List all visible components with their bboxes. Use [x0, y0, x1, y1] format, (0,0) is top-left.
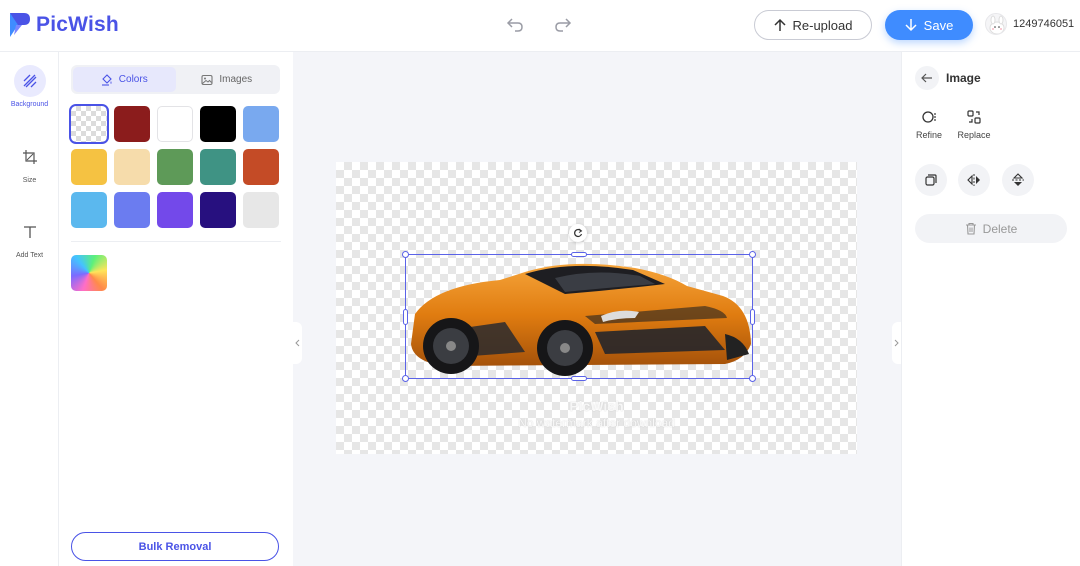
- resize-handle-right[interactable]: [750, 309, 755, 325]
- swatch-color[interactable]: [157, 192, 193, 228]
- tab-colors[interactable]: Colors: [73, 67, 176, 92]
- user-id: 1249746051: [1013, 18, 1075, 30]
- color-swatch-grid: [69, 104, 281, 228]
- resize-handle-bottom-right[interactable]: [749, 375, 756, 382]
- left-toolbar: Background Size Add Text: [0, 52, 59, 566]
- swatch-transparent[interactable]: [69, 104, 109, 144]
- tab-colors-label: Colors: [118, 74, 148, 85]
- app-name: PicWish: [36, 13, 119, 36]
- swatch-color[interactable]: [71, 192, 107, 228]
- replace-label: Replace: [957, 130, 991, 140]
- properties-panel: Image Refine Replace Delete: [901, 52, 1080, 566]
- save-label: Save: [923, 17, 954, 33]
- selection-box[interactable]: [402, 251, 756, 382]
- background-panel: Colors Images Bulk Removal: [59, 52, 293, 566]
- resize-handle-top-right[interactable]: [749, 251, 756, 258]
- refine-label: Refine: [915, 130, 942, 140]
- flip-horizontal-icon: [967, 174, 980, 186]
- top-bar: PicWish Re-upload Save 1249746051: [0, 0, 1080, 52]
- swatch-color[interactable]: [243, 149, 279, 185]
- watermark-subtitle: No watermark after download: [518, 416, 675, 430]
- panel-title: Image: [946, 71, 981, 85]
- delete-label: Delete: [982, 221, 1018, 236]
- tab-images[interactable]: Images: [176, 67, 279, 92]
- undo-icon[interactable]: [504, 14, 526, 36]
- rail-item-background[interactable]: Background: [0, 65, 59, 108]
- swatch-color[interactable]: [200, 149, 236, 185]
- picwish-logo-icon: [8, 11, 32, 39]
- back-button[interactable]: [915, 66, 939, 90]
- arrow-down-icon: [905, 19, 917, 32]
- swatch-color[interactable]: [200, 106, 236, 142]
- watermark-title: PicWish: [569, 398, 624, 414]
- resize-handle-top-left[interactable]: [402, 251, 409, 258]
- reupload-button[interactable]: Re-upload: [754, 10, 872, 40]
- bulk-removal-button[interactable]: Bulk Removal: [71, 532, 279, 561]
- replace-icon: [967, 110, 981, 124]
- swatch-color[interactable]: [200, 192, 236, 228]
- redo-icon[interactable]: [552, 14, 574, 36]
- resize-handle-left[interactable]: [403, 309, 408, 325]
- flip-vertical-icon: [1012, 173, 1024, 186]
- resize-handle-top[interactable]: [571, 252, 587, 257]
- rotate-icon[interactable]: [569, 224, 587, 242]
- collapse-right-panel-button[interactable]: [892, 322, 901, 364]
- collapse-left-panel-button[interactable]: [293, 322, 302, 364]
- panel-divider: [71, 241, 281, 242]
- arrow-up-icon: [773, 18, 786, 31]
- tab-images-label: Images: [219, 74, 253, 85]
- text-icon: [14, 216, 46, 248]
- duplicate-button[interactable]: [915, 164, 947, 196]
- image-stage[interactable]: PicWish No watermark after download: [336, 162, 857, 454]
- chevron-right-icon: [894, 339, 899, 347]
- refine-button[interactable]: Refine: [909, 110, 949, 140]
- trash-icon: [965, 222, 976, 235]
- chevron-left-icon: [295, 339, 300, 347]
- swatch-color[interactable]: [243, 192, 279, 228]
- rail-item-size[interactable]: Size: [0, 141, 59, 184]
- background-icon: [13, 65, 46, 97]
- swatch-color[interactable]: [157, 106, 193, 142]
- image-icon: [201, 74, 213, 85]
- replace-button[interactable]: Replace: [954, 110, 994, 140]
- reupload-label: Re-upload: [792, 17, 853, 33]
- swatch-color[interactable]: [114, 106, 150, 142]
- arrow-left-icon: [921, 73, 932, 83]
- crop-icon: [14, 141, 46, 173]
- swatch-color[interactable]: [71, 149, 107, 185]
- rail-label-background: Background: [10, 101, 49, 108]
- swatch-color[interactable]: [114, 192, 150, 228]
- swatch-color[interactable]: [243, 106, 279, 142]
- user-account[interactable]: 1249746051: [985, 13, 1074, 35]
- custom-color-picker[interactable]: [71, 255, 107, 291]
- save-button[interactable]: Save: [885, 10, 973, 40]
- refine-icon: [922, 111, 936, 123]
- duplicate-icon: [925, 174, 937, 186]
- delete-button[interactable]: Delete: [915, 214, 1067, 243]
- paint-bucket-icon: [101, 73, 112, 86]
- history-controls: [504, 14, 574, 36]
- swatch-color[interactable]: [157, 149, 193, 185]
- background-type-tabs: Colors Images: [71, 65, 280, 94]
- canvas-area: PicWish No watermark after download: [293, 52, 901, 566]
- flip-horizontal-button[interactable]: [958, 164, 990, 196]
- logo[interactable]: PicWish: [8, 11, 119, 39]
- resize-handle-bottom[interactable]: [571, 376, 587, 381]
- avatar: [985, 13, 1007, 35]
- rail-label-add-text: Add Text: [15, 252, 44, 259]
- resize-handle-bottom-left[interactable]: [402, 375, 409, 382]
- swatch-color[interactable]: [114, 149, 150, 185]
- rail-item-add-text[interactable]: Add Text: [0, 216, 59, 259]
- rail-label-size: Size: [22, 177, 37, 184]
- flip-vertical-button[interactable]: [1002, 164, 1034, 196]
